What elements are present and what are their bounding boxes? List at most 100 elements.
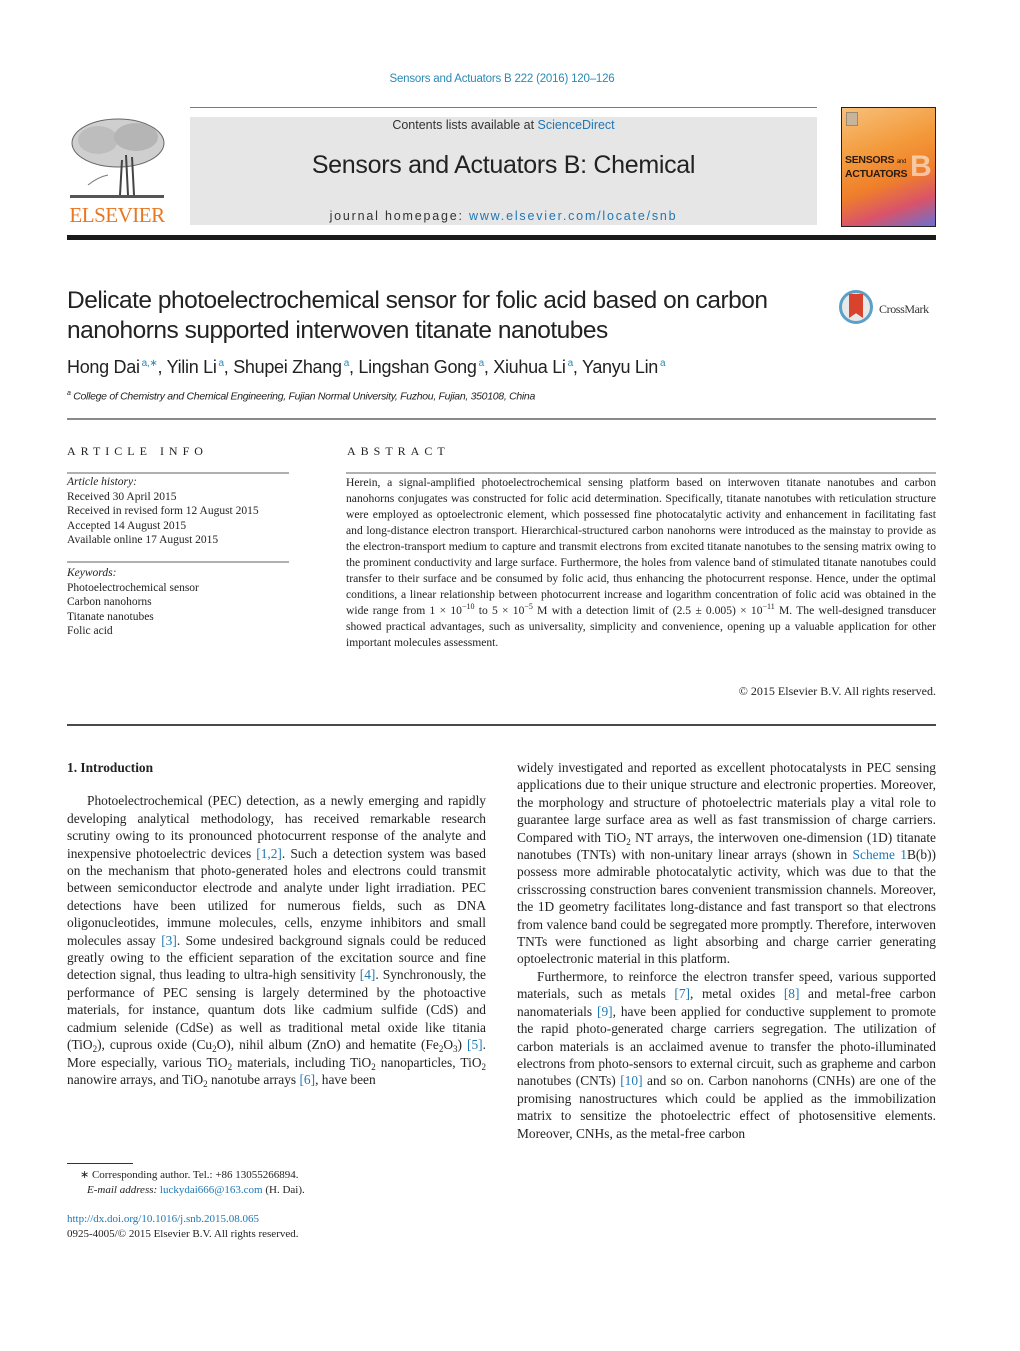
abstract-bottom-divider bbox=[67, 724, 936, 726]
range-to: to 5 × 10 bbox=[474, 604, 525, 617]
crossmark-badge[interactable]: CrossMark bbox=[839, 290, 939, 330]
citation-link[interactable]: [3] bbox=[161, 933, 177, 948]
homepage-link[interactable]: www.elsevier.com/locate/snb bbox=[469, 209, 677, 223]
article-title: Delicate photoelectrochemical sensor for… bbox=[67, 287, 768, 344]
header-divider bbox=[190, 107, 817, 108]
issn-copyright: 0925-4005/© 2015 Elsevier B.V. All right… bbox=[67, 1228, 299, 1240]
history-item: Available online 17 August 2015 bbox=[67, 534, 219, 546]
history-item: Received 30 April 2015 bbox=[67, 490, 177, 503]
cover-letter: B bbox=[910, 150, 932, 183]
journal-header-box: Contents lists available at ScienceDirec… bbox=[190, 117, 817, 225]
paragraph: widely investigated and reported as exce… bbox=[517, 759, 936, 968]
body-column-right: widely investigated and reported as exce… bbox=[517, 759, 936, 1142]
history-label: Article history: bbox=[67, 476, 137, 488]
paragraph: Furthermore, to reinforce the electron t… bbox=[517, 968, 936, 1142]
text-run: ), cuprous oxide (Cu bbox=[97, 1037, 213, 1053]
scheme-link[interactable]: Scheme 1 bbox=[853, 847, 907, 862]
cover-title-line2: ACTUATORS bbox=[845, 168, 908, 180]
affiliation-mark: a bbox=[67, 390, 71, 397]
section-heading-introduction: 1. Introduction bbox=[67, 760, 154, 775]
author[interactable]: Yilin Li bbox=[167, 357, 217, 377]
text-run: O), nihil album (ZnO) and hematite (Fe bbox=[216, 1037, 439, 1053]
cover-title-and: and bbox=[896, 159, 906, 165]
affiliation-text: College of Chemistry and Chemical Engine… bbox=[73, 390, 535, 403]
citation-link[interactable]: [1,2] bbox=[256, 846, 282, 861]
history-item: Accepted 14 August 2015 bbox=[67, 519, 187, 532]
author-list: Hong Dai a,∗, Yilin Li a, Shupei Zhang a, L… bbox=[67, 357, 666, 377]
footnote-divider bbox=[67, 1163, 133, 1164]
author-affiliation-mark[interactable]: a bbox=[219, 358, 225, 369]
cover-title: SENSORS and ACTUATORS bbox=[845, 154, 908, 180]
text-run: O bbox=[443, 1037, 454, 1053]
text-run: nanoparticles, TiO bbox=[375, 1054, 482, 1070]
text-run: nanotube arrays bbox=[207, 1071, 300, 1087]
contents-prefix: Contents lists available at bbox=[392, 118, 538, 132]
range-low-exponent: −10 bbox=[461, 602, 475, 611]
abstract-text: Herein, a signal-amplified photoelectroc… bbox=[346, 475, 936, 651]
sciencedirect-link[interactable]: ScienceDirect bbox=[538, 118, 615, 132]
range-low: 1 × 10 bbox=[429, 604, 462, 617]
text-run: ) bbox=[457, 1037, 468, 1053]
article-info-heading: ARTICLE INFO bbox=[67, 444, 208, 458]
elsevier-wordmark: ELSEVIER bbox=[69, 203, 165, 227]
text-run: materials, including TiO bbox=[232, 1054, 372, 1070]
keyword: Carbon nanohorns bbox=[67, 596, 152, 608]
author-affiliation-mark[interactable]: a bbox=[568, 358, 574, 369]
abstract-heading: ABSTRACT bbox=[347, 444, 450, 458]
text-run: B(b)) possess more admirable photocataly… bbox=[517, 847, 936, 967]
detection-exponent: −11 bbox=[762, 602, 775, 611]
keyword: Photoelectrochemical sensor bbox=[67, 581, 199, 594]
subscript: 2 bbox=[481, 1061, 487, 1072]
citation-link[interactable]: [6] bbox=[299, 1072, 315, 1087]
contents-line: Contents lists available at ScienceDirec… bbox=[190, 118, 817, 132]
author[interactable]: Lingshan Gong bbox=[358, 357, 477, 377]
elsevier-logo[interactable]: ELSEVIER bbox=[66, 115, 168, 228]
crossmark-label: CrossMark bbox=[879, 302, 929, 316]
article-history: Article history: Received 30 April 2015 … bbox=[67, 475, 297, 548]
journal-homepage: journal homepage: www.elsevier.com/locat… bbox=[190, 209, 817, 223]
email-label: E-mail address: bbox=[87, 1184, 160, 1196]
keywords-label: Keywords: bbox=[67, 567, 117, 579]
body-column-left: 1. Introduction Photoelectrochemical (PE… bbox=[67, 759, 486, 1088]
footnote-mark: ∗ bbox=[80, 1169, 90, 1181]
history-item: Received in revised form 12 August 2015 bbox=[67, 505, 259, 517]
author-affiliation-mark[interactable]: a bbox=[479, 358, 485, 369]
range-high-exponent: −5 bbox=[524, 602, 533, 611]
paragraph: Photoelectrochemical (PEC) detection, as… bbox=[67, 792, 486, 1088]
abstract-part1: Herein, a signal-amplified photoelectroc… bbox=[346, 476, 936, 617]
article-info-divider bbox=[67, 472, 289, 474]
author[interactable]: Hong Dai bbox=[67, 357, 140, 377]
author[interactable]: Shupei Zhang bbox=[233, 357, 342, 377]
keywords-divider bbox=[67, 561, 289, 563]
detection-limit: M with a detection limit of (2.5 ± 0.005… bbox=[532, 604, 763, 617]
citation-link[interactable]: [4] bbox=[360, 967, 376, 982]
title-divider bbox=[67, 418, 936, 420]
corresponding-author-footnote: ∗ Corresponding author. Tel.: +86 130552… bbox=[80, 1168, 480, 1198]
abstract-copyright: © 2015 Elsevier B.V. All rights reserved… bbox=[738, 684, 936, 698]
text-run: , metal oxides bbox=[690, 986, 784, 1002]
corresponding-author-line: ∗ Corresponding author. Tel.: +86 130552… bbox=[80, 1168, 480, 1183]
cover-publisher-mark-icon bbox=[846, 112, 858, 126]
email-link[interactable]: luckydai666@163.com bbox=[160, 1184, 263, 1196]
citation-link[interactable]: [8] bbox=[784, 986, 800, 1001]
citation-link[interactable]: [10] bbox=[620, 1073, 642, 1088]
journal-cover-thumbnail[interactable]: B SENSORS and ACTUATORS bbox=[841, 107, 936, 227]
doi-link[interactable]: http://dx.doi.org/10.1016/j.snb.2015.08.… bbox=[67, 1213, 259, 1225]
journal-title: Sensors and Actuators B: Chemical bbox=[311, 151, 696, 179]
author-affiliation-mark[interactable]: a,∗ bbox=[142, 358, 158, 369]
keyword: Folic acid bbox=[67, 625, 113, 637]
author-affiliation-mark[interactable]: a bbox=[660, 358, 666, 369]
doi-block: http://dx.doi.org/10.1016/j.snb.2015.08.… bbox=[67, 1212, 467, 1242]
citation-link[interactable]: [5] bbox=[467, 1037, 483, 1052]
affiliation: a College of Chemistry and Chemical Engi… bbox=[67, 390, 535, 403]
text-run: nanowire arrays, and TiO bbox=[67, 1071, 204, 1087]
author[interactable]: Yanyu Lin bbox=[582, 357, 658, 377]
text-run: , have been bbox=[315, 1071, 376, 1087]
citation-link[interactable]: [7] bbox=[674, 986, 690, 1001]
author-affiliation-mark[interactable]: a bbox=[344, 358, 350, 369]
author[interactable]: Xiuhua Li bbox=[493, 357, 566, 377]
keyword: Titanate nanotubes bbox=[67, 610, 154, 623]
citation-link[interactable]: [9] bbox=[597, 1004, 613, 1019]
journal-citation-link[interactable]: Sensors and Actuators B 222 (2016) 120–1… bbox=[0, 73, 1004, 85]
header-thick-rule bbox=[67, 235, 936, 240]
